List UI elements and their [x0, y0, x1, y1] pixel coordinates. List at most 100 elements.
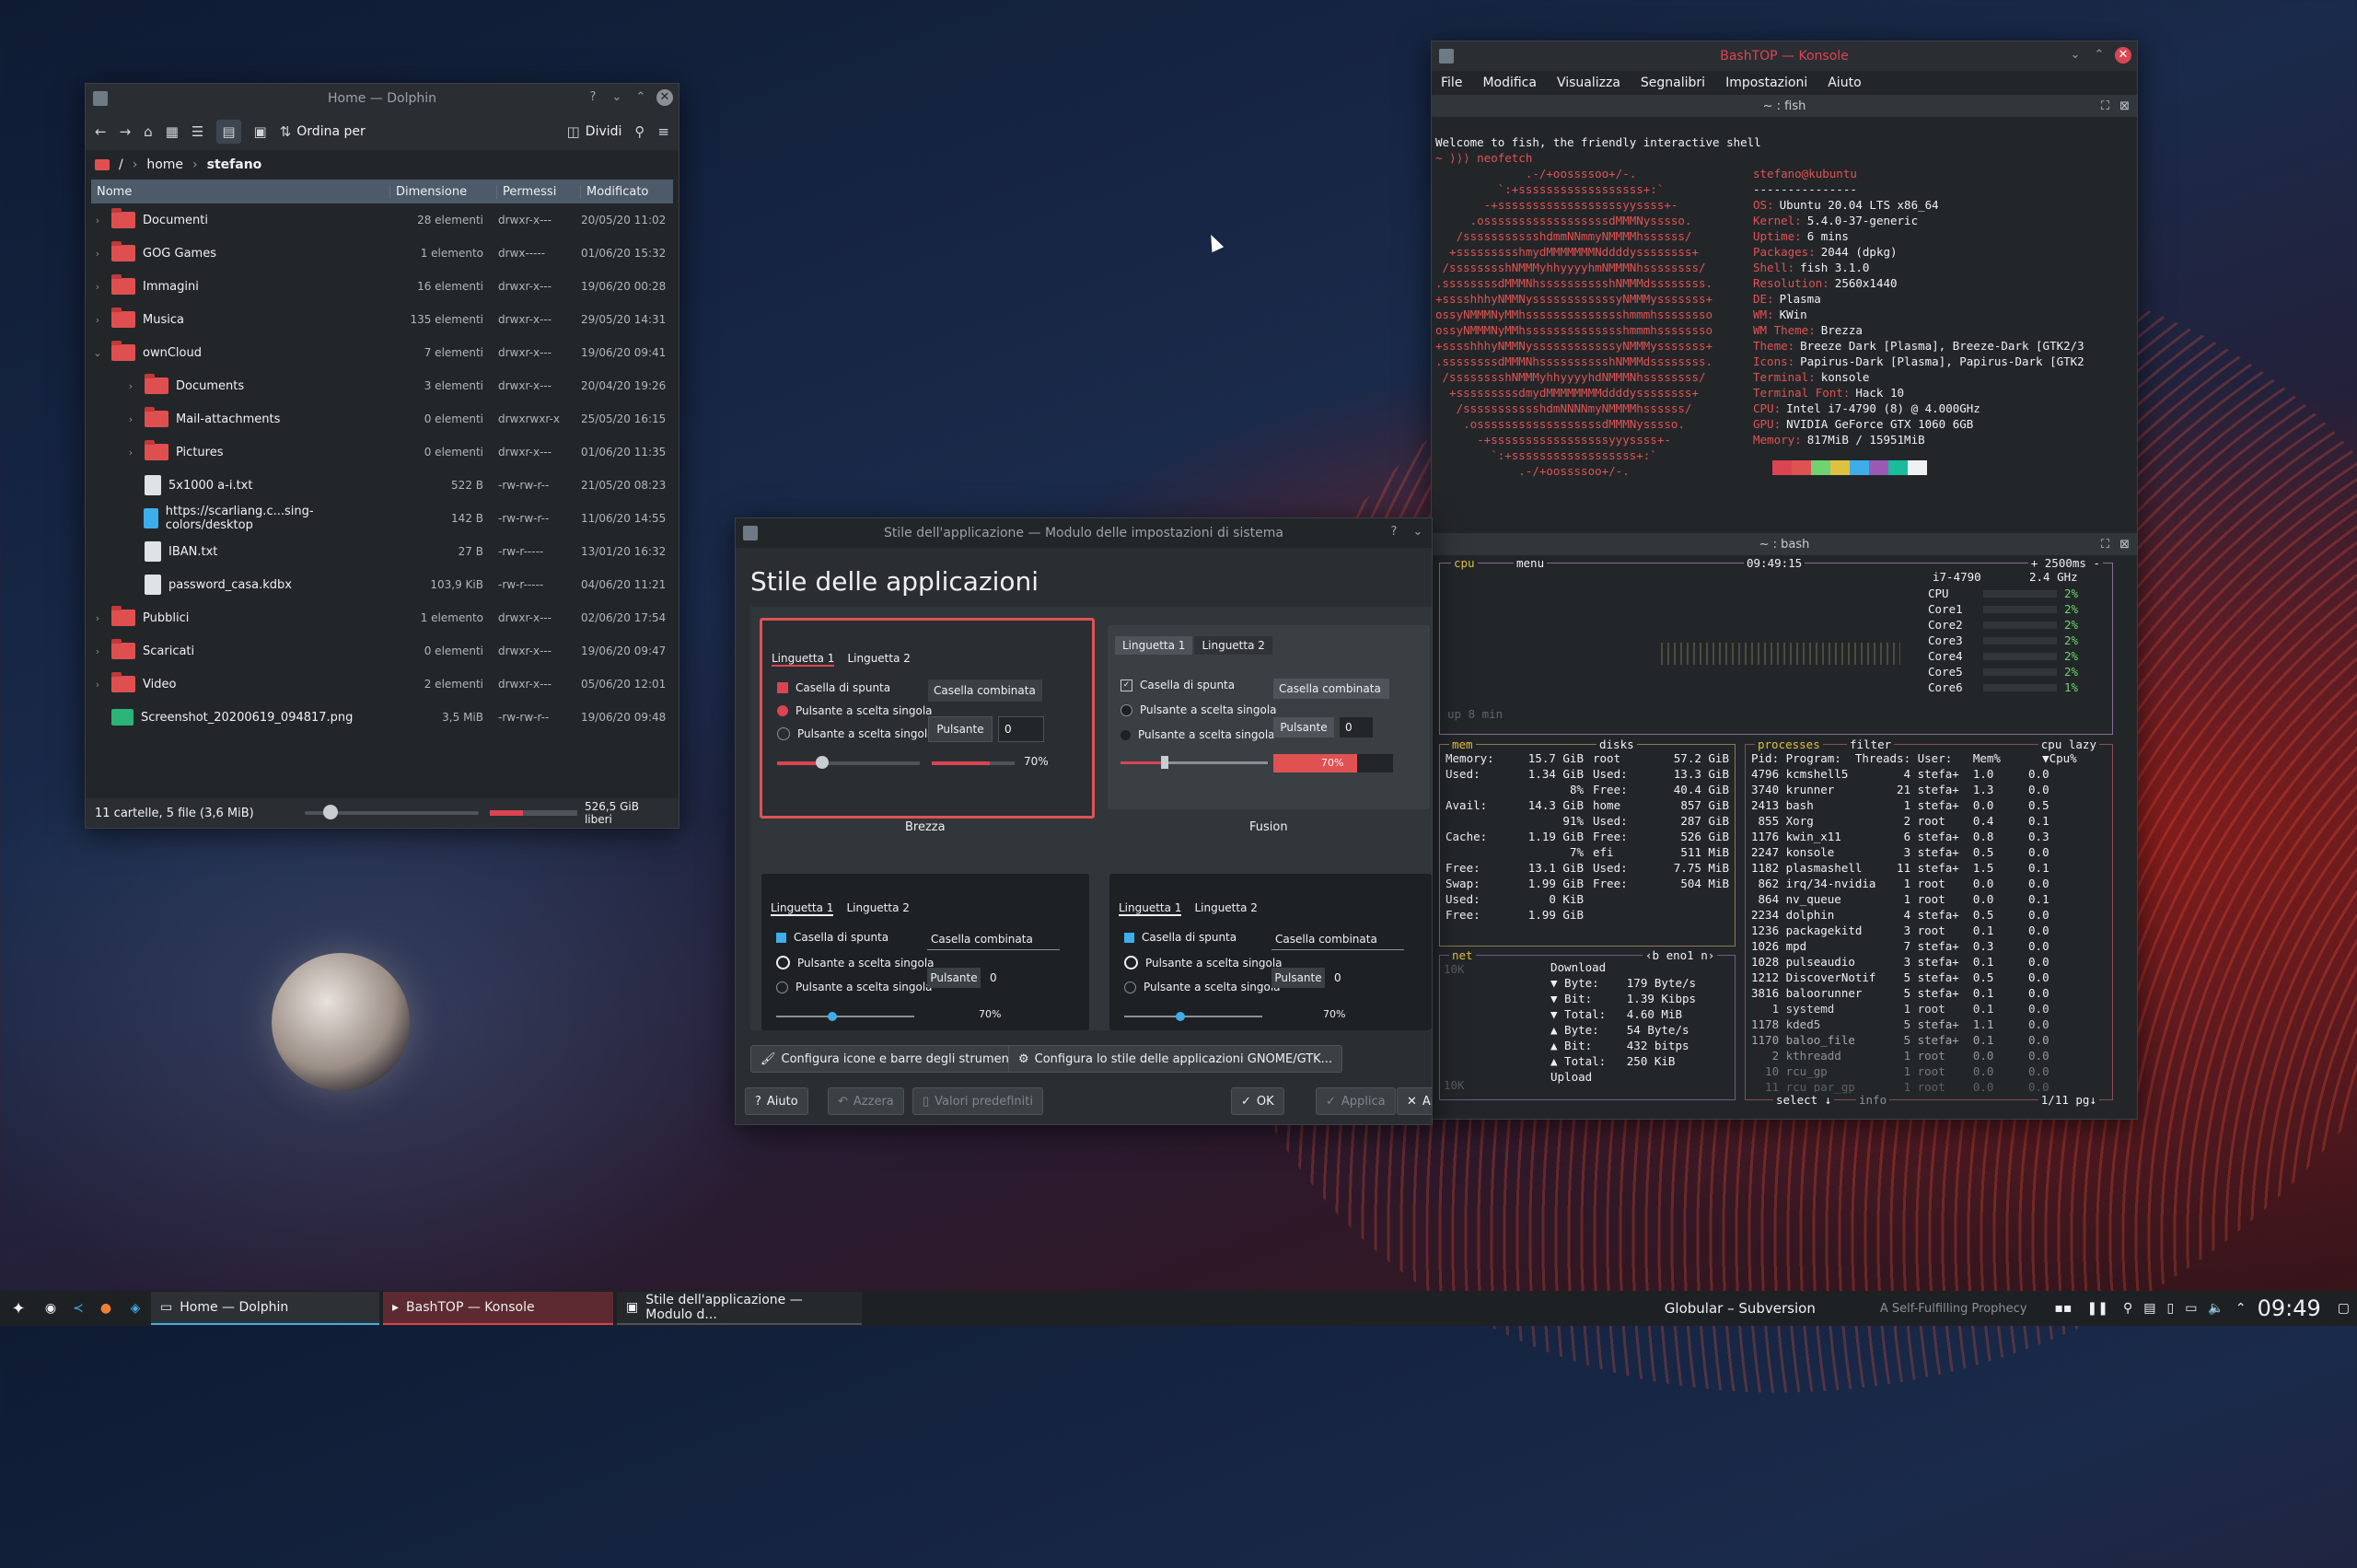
menu-icon[interactable]: ≡: [657, 123, 669, 140]
file-row[interactable]: › Musica 135 elementi drwxr-x--- 29/05/20 14…: [91, 303, 673, 336]
close-icon[interactable]: ✕: [656, 89, 673, 106]
file-row[interactable]: 5x1000 a-i.txt 522 B -rw-rw-r-- 21/05/20 08…: [91, 469, 673, 502]
style-preview-4[interactable]: Linguetta 1 Linguetta 2 Casella di spunt…: [1109, 874, 1432, 1030]
process-row[interactable]: 1182 plasmashell 11 stefa+ 1.5 0.1: [1751, 860, 2049, 876]
task-dolphin[interactable]: ▭ Home — Dolphin: [151, 1292, 379, 1325]
pinned-firefox-icon[interactable]: ●: [92, 1301, 120, 1316]
file-row[interactable]: Screenshot_20200619_094817.png 3,5 MiB -rw…: [91, 701, 673, 734]
compact-view-icon[interactable]: ▤: [216, 120, 241, 144]
col-name[interactable]: Nome: [91, 184, 390, 199]
process-row[interactable]: 1026 mpd 7 stefa+ 0.3 0.0: [1751, 938, 2049, 954]
ok-button[interactable]: ✓ OK: [1231, 1087, 1284, 1115]
terminal-pane-bottom[interactable]: cpu menu 09:49:15 + 2500ms - i7-4790 2.4…: [1432, 555, 2137, 1119]
btop-proc-list[interactable]: 4796 kcmshell5 4 stefa+ 1.0 0.0 3740 krun…: [1751, 766, 2049, 1095]
breadcrumb-stefano[interactable]: stefano: [207, 157, 262, 172]
pinned-chat-icon[interactable]: ◈: [120, 1301, 151, 1316]
help-icon[interactable]: ?: [1386, 524, 1402, 540]
chevron-right-icon[interactable]: ›: [124, 447, 137, 459]
process-row[interactable]: 855 Xorg 2 root 0.4 0.1: [1751, 813, 2049, 829]
menu-edit[interactable]: Modifica: [1482, 75, 1537, 90]
preview-icon[interactable]: ▣: [254, 123, 267, 140]
chevron-right-icon[interactable]: ›: [91, 248, 104, 260]
menu-bookmarks[interactable]: Segnalibri: [1641, 75, 1705, 90]
task-settings[interactable]: ▣ Stile dell'applicazione — Modulo d...: [617, 1292, 862, 1325]
display-icon[interactable]: ▭: [2185, 1301, 2197, 1316]
process-row[interactable]: 2 kthreadd 1 root 0.0 0.0: [1751, 1048, 2049, 1063]
menu-help[interactable]: Aiuto: [1828, 75, 1861, 90]
cancel-button[interactable]: ✕ An: [1397, 1087, 1432, 1115]
file-row[interactable]: › Video 2 elementi drwxr-x--- 05/06/20 12:01: [91, 668, 673, 701]
show-desktop-icon[interactable]: ▢: [2338, 1301, 2350, 1316]
dolphin-titlebar[interactable]: Home — Dolphin ? ⌄ ⌃ ✕: [86, 84, 679, 113]
btop-menu-label[interactable]: menu: [1514, 555, 1548, 571]
file-row[interactable]: password_casa.kdbx 103,9 KiB -rw-r----- 04/…: [91, 568, 673, 601]
tray-expand-icon[interactable]: ⌃: [2235, 1301, 2247, 1316]
process-row[interactable]: 3740 krunner 21 stefa+ 1.3 0.0: [1751, 782, 2049, 797]
terminal-pane-top[interactable]: Welcome to fish, the friendly interactiv…: [1432, 117, 2137, 546]
configure-icons-button[interactable]: 🖌 Configura icone e barre degli strumenti: [750, 1045, 1028, 1073]
help-button[interactable]: ? Aiuto: [745, 1087, 808, 1115]
clock[interactable]: 09:49: [2258, 1295, 2321, 1321]
chevron-right-icon[interactable]: ›: [91, 314, 104, 326]
pinned-settings-icon[interactable]: ◉: [37, 1301, 64, 1316]
chevron-right-icon[interactable]: ›: [91, 679, 104, 691]
btop-select[interactable]: select ↓: [1773, 1092, 1835, 1108]
chevron-right-icon[interactable]: ›: [91, 281, 104, 293]
style-preview-fusion[interactable]: Linguetta 1 Linguetta 2 ✓ Casella di spun…: [1108, 625, 1430, 809]
file-row[interactable]: ⌄ ownCloud 7 elementi drwxr-x--- 19/06/20 09…: [91, 336, 673, 369]
battery-icon[interactable]: ▯: [2166, 1301, 2174, 1316]
style-preview-3[interactable]: Linguetta 1 Linguetta 2 Casella di spunt…: [761, 874, 1089, 1030]
col-modified[interactable]: Modificato: [581, 185, 673, 199]
process-row[interactable]: 2413 bash 1 stefa+ 0.0 0.5: [1751, 797, 2049, 813]
split-button[interactable]: ◫ Dividi: [567, 123, 622, 140]
reset-button[interactable]: ↶ Azzera: [828, 1087, 904, 1115]
task-konsole[interactable]: ▸ BashTOP — Konsole: [383, 1292, 613, 1325]
minimize-icon[interactable]: ⌄: [1410, 524, 1426, 540]
file-row[interactable]: https://scarliang.c...sing-colors/deskto…: [91, 502, 673, 535]
process-row[interactable]: 2234 dolphin 4 stefa+ 0.5 0.0: [1751, 907, 2049, 923]
process-row[interactable]: 1176 kwin_x11 6 stefa+ 0.8 0.3: [1751, 829, 2049, 844]
chevron-right-icon[interactable]: ›: [91, 612, 104, 624]
file-row[interactable]: › Scaricati 0 elementi drwxr-x--- 19/06/20 0…: [91, 634, 673, 668]
file-row[interactable]: › Immagini 16 elementi drwxr-x--- 19/06/20 0…: [91, 270, 673, 303]
process-row[interactable]: 2247 konsole 3 stefa+ 0.5 0.0: [1751, 844, 2049, 860]
breadcrumb-root[interactable]: /: [119, 157, 123, 172]
sort-button[interactable]: ⇅ Ordina per: [280, 123, 366, 140]
back-icon[interactable]: ←: [95, 123, 107, 140]
process-row[interactable]: 4796 kcmshell5 4 stefa+ 1.0 0.0: [1751, 766, 2049, 782]
file-row[interactable]: › Pictures 0 elementi drwxr-x--- 01/06/20 11…: [91, 436, 673, 469]
file-row[interactable]: › Documents 3 elementi drwxr-x--- 20/04/20 1…: [91, 369, 673, 402]
home-icon[interactable]: ⌂: [144, 123, 153, 140]
file-row[interactable]: › Documenti 28 elementi drwxr-x--- 20/05/20 …: [91, 203, 673, 237]
chevron-down-icon[interactable]: ⌄: [91, 347, 104, 359]
process-row[interactable]: 864 nv_queue 1 root 0.0 0.1: [1751, 891, 2049, 907]
breadcrumb-home[interactable]: home: [146, 157, 183, 172]
chevron-right-icon[interactable]: ›: [124, 380, 137, 392]
pause-icon[interactable]: ❚❚: [2087, 1301, 2108, 1316]
style-preview-brezza[interactable]: Linguetta 1 Linguetta 2 Casella di spunt…: [760, 618, 1095, 819]
icons-view-icon[interactable]: ▦: [166, 123, 179, 140]
process-row[interactable]: 1212 DiscoverNotif 5 stefa+ 0.5 0.0: [1751, 970, 2049, 985]
menu-view[interactable]: Visualizza: [1557, 75, 1620, 90]
zoom-slider[interactable]: [305, 805, 479, 819]
process-row[interactable]: 1236 packagekitd 3 root 0.1 0.0: [1751, 923, 2049, 938]
close-icon[interactable]: ✕: [2115, 47, 2131, 64]
process-row[interactable]: 1170 baloo_file 5 stefa+ 0.1 0.0: [1751, 1032, 2049, 1048]
help-icon[interactable]: ?: [585, 89, 601, 106]
clipboard-icon[interactable]: ▤: [2143, 1301, 2155, 1316]
process-row[interactable]: 10 rcu_gp 1 root 0.0 0.0: [1751, 1063, 2049, 1079]
file-row[interactable]: › GOG Games 1 elemento drwx----- 01/06/20 15…: [91, 237, 673, 270]
pinned-vscode-icon[interactable]: ≺: [64, 1301, 92, 1316]
process-row[interactable]: 1028 pulseaudio 3 stefa+ 0.1 0.0: [1751, 954, 2049, 970]
process-row[interactable]: 862 irq/34-nvidia 1 root 0.0 0.0: [1751, 876, 2049, 891]
file-row[interactable]: › Pubblici 1 elemento drwxr-x--- 02/06/20 17…: [91, 601, 673, 634]
apply-button[interactable]: ✓ Applica: [1316, 1087, 1396, 1115]
defaults-button[interactable]: ▯ Valori predefiniti: [912, 1087, 1043, 1115]
chevron-right-icon[interactable]: ›: [91, 645, 104, 657]
volume-icon[interactable]: 🔈: [2208, 1301, 2223, 1316]
file-row[interactable]: › Mail-attachments 0 elementi drwxrwxr-x 25/…: [91, 402, 673, 436]
forward-icon[interactable]: →: [120, 123, 132, 140]
expand-icon[interactable]: ⛶: [2101, 99, 2109, 113]
network-icon[interactable]: ⚲: [2123, 1301, 2132, 1316]
minimize-icon[interactable]: ⌄: [609, 89, 625, 106]
